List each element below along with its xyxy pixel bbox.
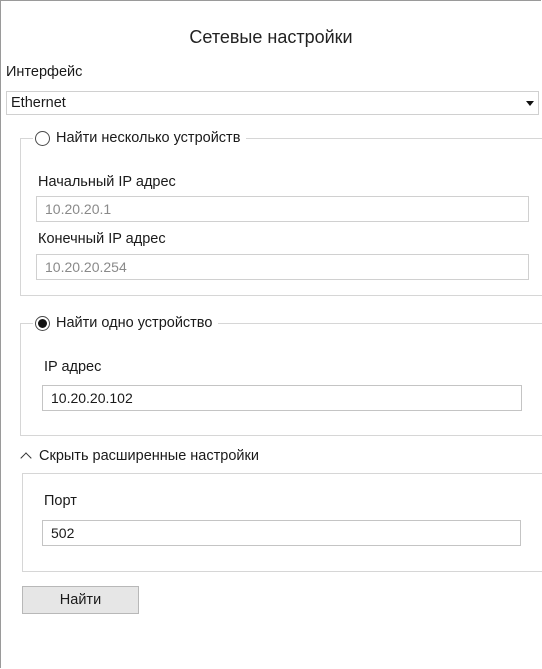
multi-search-radio-option[interactable]: Найти несколько устройств — [33, 130, 247, 146]
ip-input[interactable] — [42, 385, 522, 411]
port-input[interactable] — [42, 520, 521, 546]
end-ip-input[interactable] — [36, 254, 529, 280]
multi-search-radio[interactable] — [35, 130, 50, 146]
interface-selected-value: Ethernet — [11, 95, 66, 111]
interface-label: Интерфейс — [6, 64, 83, 80]
start-ip-input[interactable] — [36, 196, 529, 222]
port-label: Порт — [44, 493, 77, 509]
multi-search-label: Найти несколько устройств — [56, 130, 241, 146]
single-search-group — [20, 323, 542, 436]
end-ip-label: Конечный IP адрес — [38, 231, 166, 247]
single-search-label: Найти одно устройство — [56, 315, 213, 331]
hide-advanced-toggle[interactable]: Скрыть расширенные настройки — [20, 448, 259, 464]
single-search-radio-option[interactable]: Найти одно устройство — [33, 315, 219, 331]
chevron-up-icon — [20, 452, 32, 464]
hide-advanced-label: Скрыть расширенные настройки — [39, 448, 259, 464]
find-button[interactable]: Найти — [22, 586, 139, 614]
interface-dropdown[interactable]: Ethernet — [6, 91, 539, 115]
ip-label: IP адрес — [44, 359, 102, 375]
chevron-down-icon[interactable] — [526, 101, 534, 106]
page-title: Сетевые настройки — [189, 27, 353, 47]
start-ip-label: Начальный IP адрес — [38, 174, 176, 190]
single-search-radio[interactable] — [35, 315, 50, 331]
